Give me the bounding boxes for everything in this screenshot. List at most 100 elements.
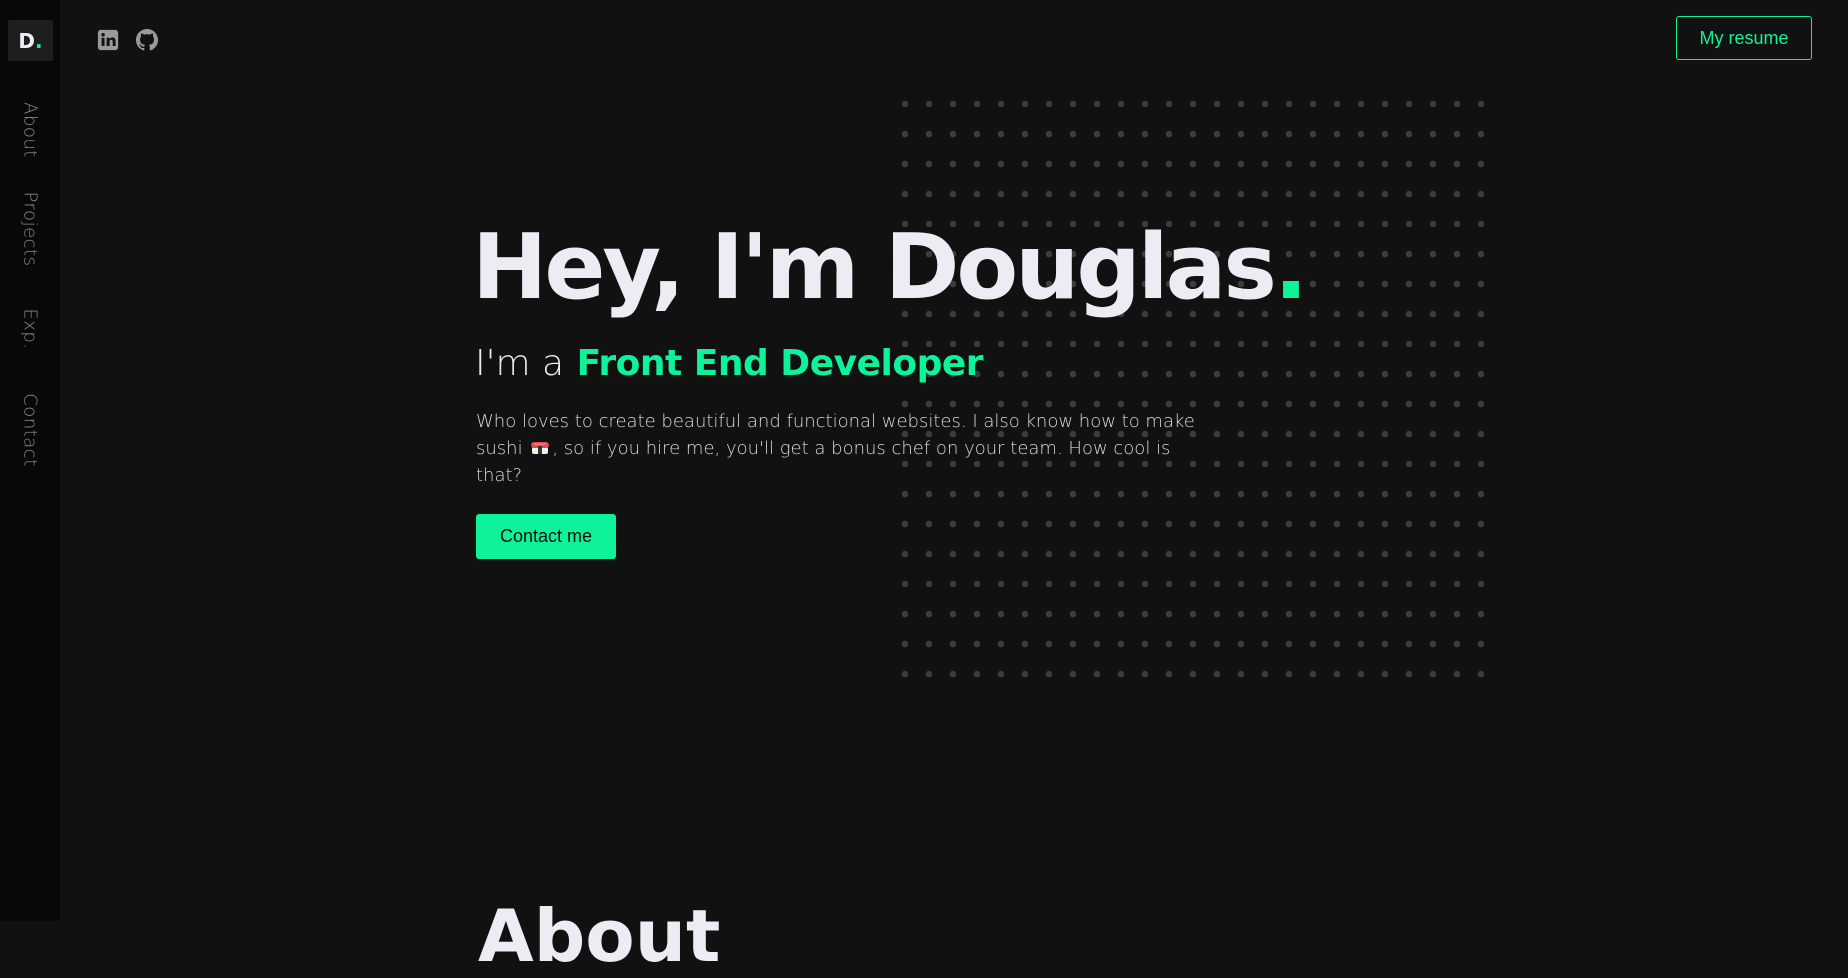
- grid-dot: [1477, 430, 1485, 438]
- logo[interactable]: D.: [8, 20, 53, 61]
- nav-item-contact[interactable]: Contact: [20, 393, 41, 467]
- resume-button[interactable]: My resume: [1676, 16, 1812, 60]
- grid-dot: [1333, 580, 1341, 588]
- grid-dot: [997, 190, 1005, 198]
- grid-dot: [1117, 190, 1125, 198]
- grid-dot: [1357, 220, 1365, 228]
- grid-dot: [1477, 100, 1485, 108]
- grid-dot: [949, 550, 957, 558]
- grid-dot: [1285, 640, 1293, 648]
- grid-dot: [1045, 580, 1053, 588]
- github-icon[interactable]: [136, 29, 158, 51]
- grid-dot: [1405, 520, 1413, 528]
- grid-dot: [1453, 100, 1461, 108]
- grid-dot: [1381, 430, 1389, 438]
- grid-dot: [1261, 400, 1269, 408]
- grid-dot: [1045, 130, 1053, 138]
- grid-dot: [1213, 490, 1221, 498]
- grid-dot: [973, 130, 981, 138]
- grid-dot: [1309, 160, 1317, 168]
- grid-dot: [1453, 520, 1461, 528]
- grid-dot: [997, 340, 1005, 348]
- grid-dot: [1069, 520, 1077, 528]
- grid-dot: [997, 130, 1005, 138]
- grid-dot: [1309, 490, 1317, 498]
- grid-dot: [1477, 340, 1485, 348]
- grid-dot: [1333, 430, 1341, 438]
- grid-dot: [1309, 580, 1317, 588]
- grid-dot: [1189, 340, 1197, 348]
- grid-dot: [1021, 400, 1029, 408]
- grid-dot: [1093, 520, 1101, 528]
- grid-dot: [949, 640, 957, 648]
- grid-dot: [1285, 400, 1293, 408]
- grid-dot: [1429, 100, 1437, 108]
- grid-dot: [997, 550, 1005, 558]
- grid-dot: [1069, 400, 1077, 408]
- grid-dot: [925, 490, 933, 498]
- grid-dot: [1189, 610, 1197, 618]
- grid-dot: [1045, 400, 1053, 408]
- intro-text-2: , so if you hire me, you'll get a bonus …: [476, 438, 1171, 486]
- grid-dot: [1237, 370, 1245, 378]
- grid-dot: [1309, 550, 1317, 558]
- grid-dot: [1069, 130, 1077, 138]
- grid-dot: [1093, 670, 1101, 678]
- grid-dot: [1093, 490, 1101, 498]
- grid-dot: [1381, 160, 1389, 168]
- contact-button[interactable]: Contact me: [476, 514, 616, 559]
- grid-dot: [973, 490, 981, 498]
- grid-dot: [1261, 580, 1269, 588]
- grid-dot: [1453, 160, 1461, 168]
- grid-dot: [901, 550, 909, 558]
- grid-dot: [1213, 340, 1221, 348]
- grid-dot: [949, 580, 957, 588]
- grid-dot: [1429, 190, 1437, 198]
- grid-dot: [1165, 490, 1173, 498]
- grid-dot: [925, 190, 933, 198]
- grid-dot: [1453, 490, 1461, 498]
- grid-dot: [1021, 490, 1029, 498]
- grid-dot: [1237, 460, 1245, 468]
- grid-dot: [1261, 340, 1269, 348]
- grid-dot: [1021, 160, 1029, 168]
- grid-dot: [949, 190, 957, 198]
- grid-dot: [973, 160, 981, 168]
- grid-dot: [1309, 100, 1317, 108]
- grid-dot: [1285, 520, 1293, 528]
- grid-dot: [1021, 610, 1029, 618]
- grid-dot: [973, 520, 981, 528]
- grid-dot: [925, 160, 933, 168]
- grid-dot: [1021, 520, 1029, 528]
- grid-dot: [925, 520, 933, 528]
- grid-dot: [1453, 220, 1461, 228]
- grid-dot: [1477, 220, 1485, 228]
- grid-dot: [1453, 580, 1461, 588]
- nav-item-exp[interactable]: Exp.: [20, 308, 41, 349]
- grid-dot: [1405, 670, 1413, 678]
- grid-dot: [1285, 370, 1293, 378]
- grid-dot: [1069, 610, 1077, 618]
- grid-dot: [1261, 430, 1269, 438]
- grid-dot: [1477, 280, 1485, 288]
- grid-dot: [1093, 400, 1101, 408]
- nav-item-projects[interactable]: Projects: [20, 192, 41, 267]
- grid-dot: [1405, 580, 1413, 588]
- grid-dot: [901, 580, 909, 588]
- grid-dot: [1405, 160, 1413, 168]
- nav-item-about[interactable]: About: [20, 102, 41, 158]
- grid-dot: [1309, 250, 1317, 258]
- grid-dot: [1477, 190, 1485, 198]
- grid-dot: [901, 640, 909, 648]
- grid-dot: [1429, 610, 1437, 618]
- grid-dot: [1141, 340, 1149, 348]
- grid-dot: [1429, 250, 1437, 258]
- grid-dot: [1309, 310, 1317, 318]
- grid-dot: [1453, 280, 1461, 288]
- linkedin-icon[interactable]: [97, 29, 119, 51]
- grid-dot: [1117, 520, 1125, 528]
- grid-dot: [925, 640, 933, 648]
- grid-dot: [949, 400, 957, 408]
- logo-dot: .: [35, 28, 43, 53]
- grid-dot: [1405, 460, 1413, 468]
